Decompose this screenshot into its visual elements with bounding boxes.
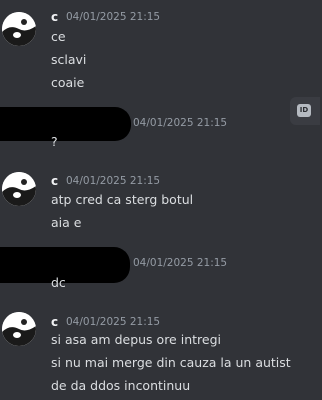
timestamp: 04/01/2025 21:15 — [66, 175, 161, 187]
message-text: aia e — [51, 215, 82, 230]
message-text: dc — [51, 275, 66, 290]
username[interactable]: c — [51, 10, 58, 24]
message-text: coaie — [51, 75, 85, 90]
message-text: ce — [51, 29, 66, 44]
message-text: ? — [51, 134, 58, 149]
id-icon: ID — [297, 104, 311, 117]
timestamp: 04/01/2025 21:15 — [133, 257, 228, 269]
avatar[interactable] — [2, 12, 36, 46]
avatar[interactable] — [2, 312, 36, 346]
message-text: si asa am depus ore intregi — [51, 332, 221, 347]
id-button[interactable]: ID — [290, 97, 320, 125]
username[interactable]: c — [51, 174, 58, 188]
message-text: de da ddos incontinuu — [51, 378, 191, 393]
username[interactable]: c — [51, 315, 58, 329]
redacted-user-block — [0, 107, 131, 141]
timestamp: 04/01/2025 21:15 — [133, 117, 228, 129]
avatar[interactable] — [2, 172, 36, 206]
message-text: si nu mai merge din cauza la un autist — [51, 355, 291, 370]
timestamp: 04/01/2025 21:15 — [66, 316, 161, 328]
timestamp: 04/01/2025 21:15 — [66, 11, 161, 23]
message-text: sclavi — [51, 52, 87, 67]
message-text: atp cred ca sterg botul — [51, 192, 194, 207]
